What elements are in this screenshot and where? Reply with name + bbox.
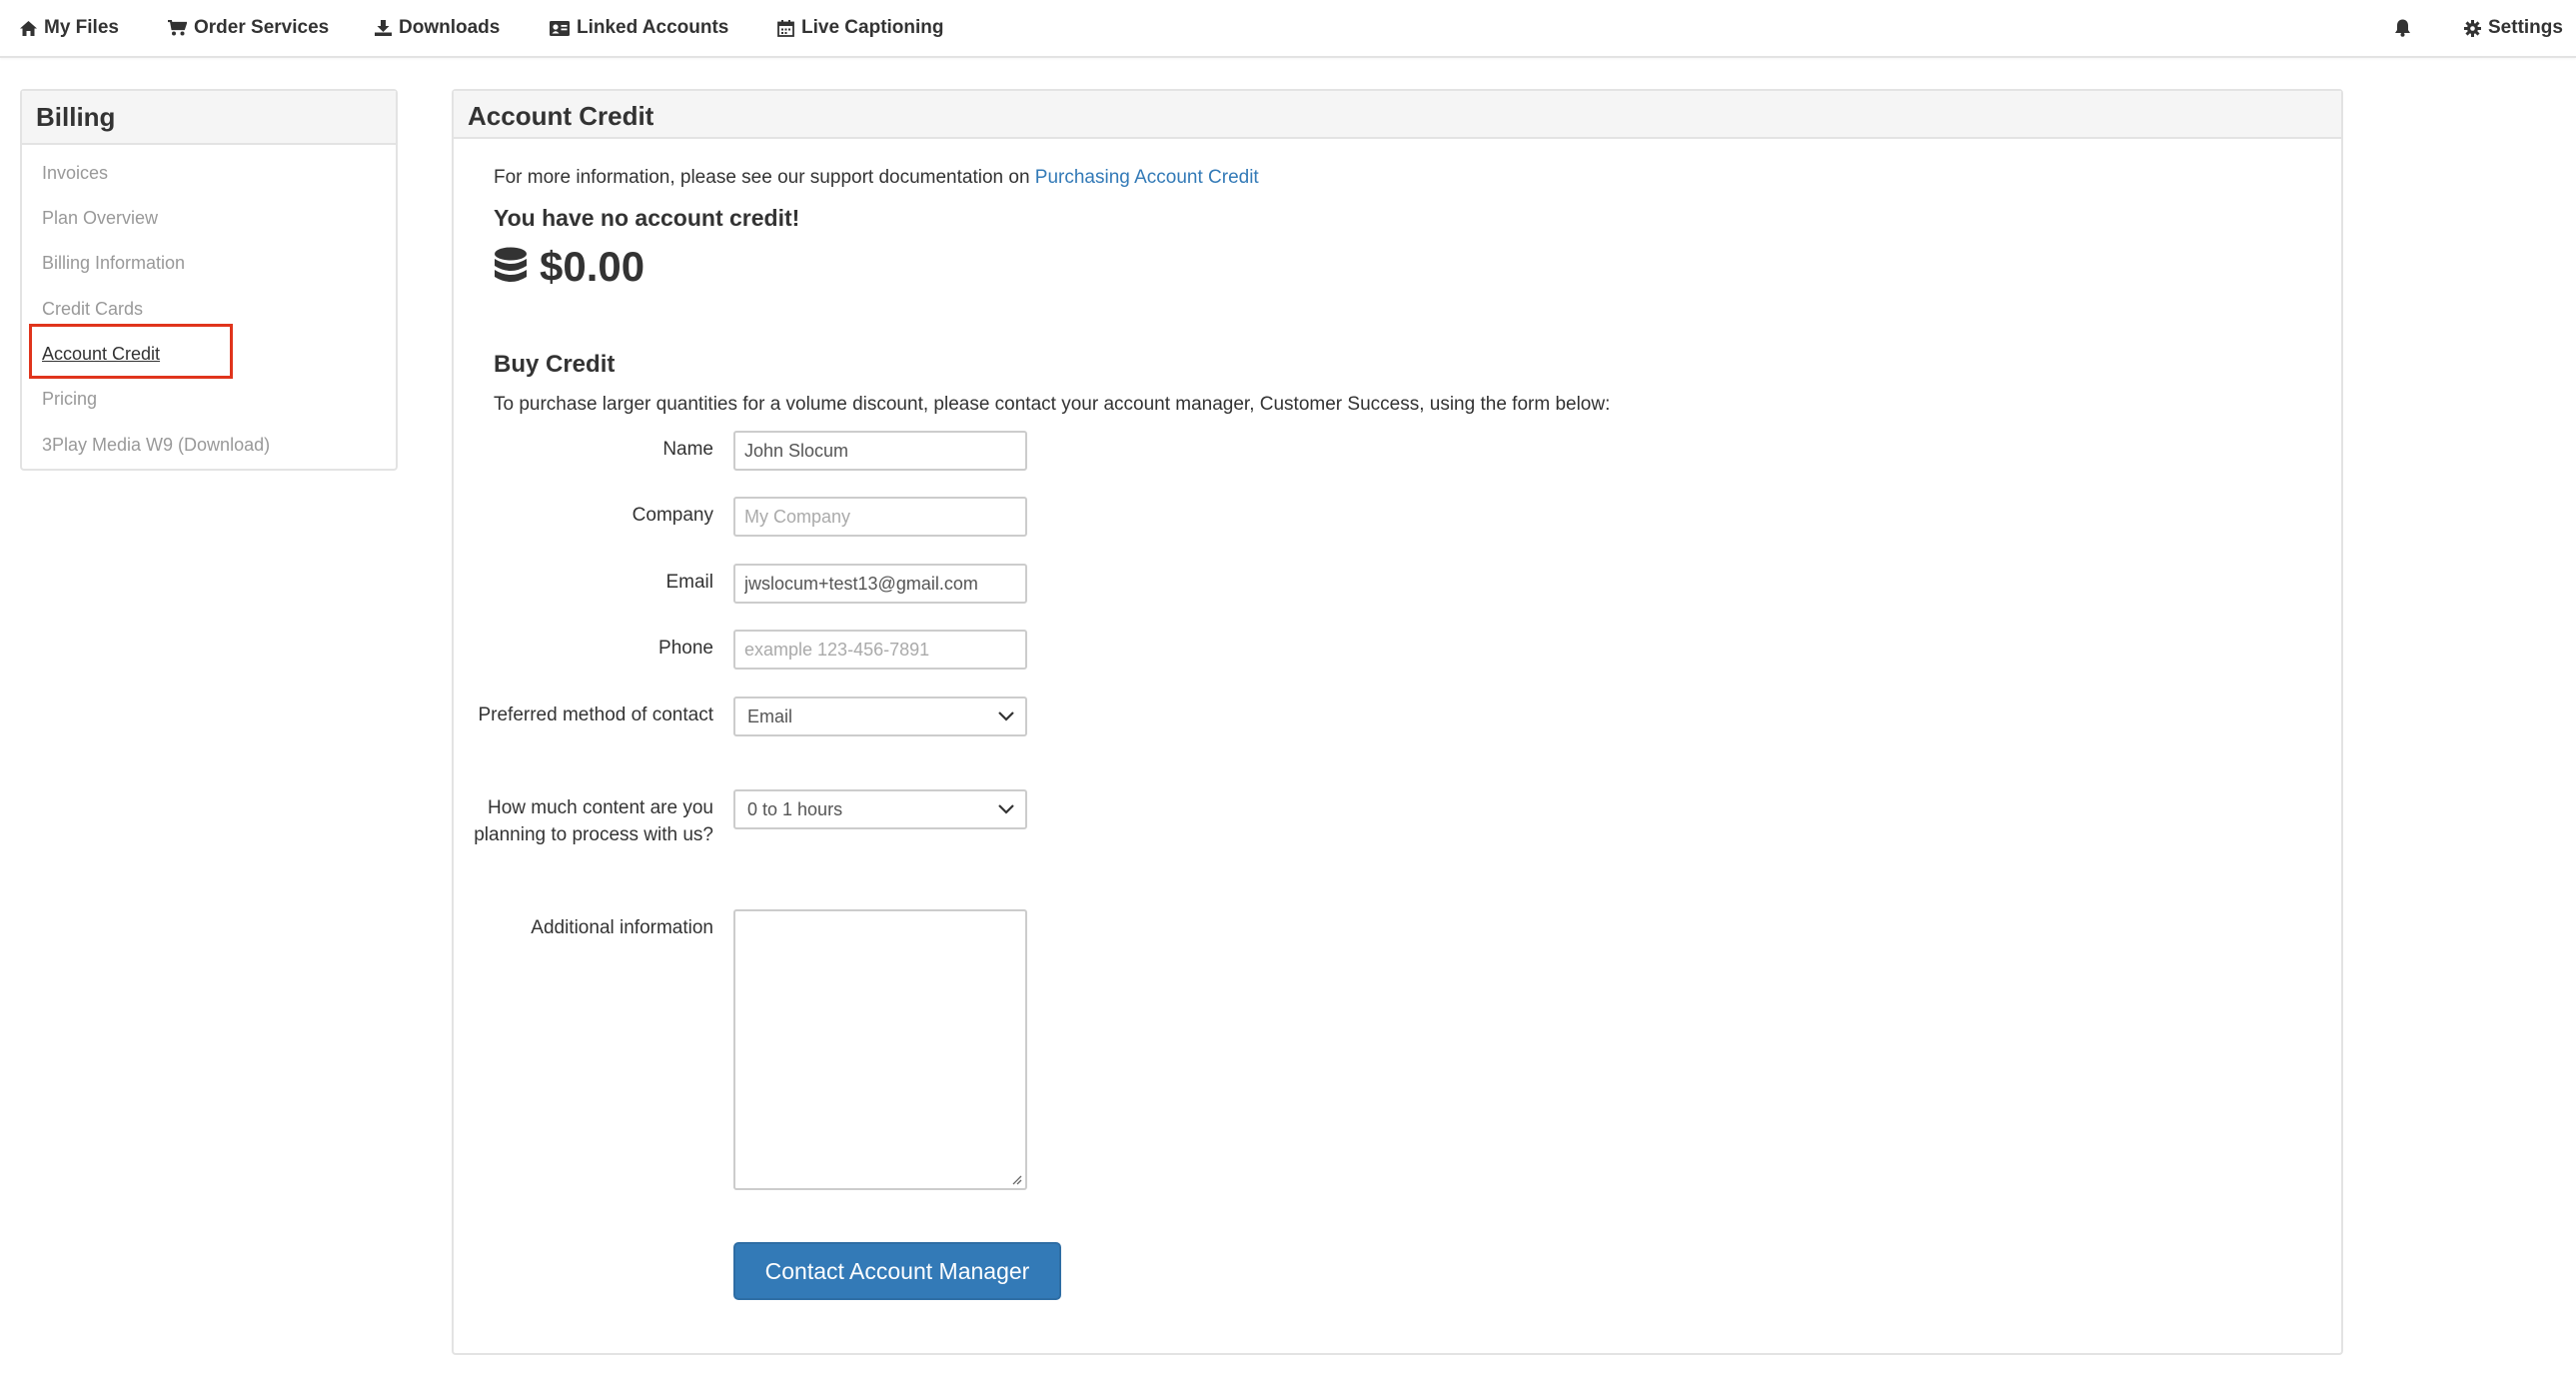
support-info-text: For more information, please see our sup… [494,167,1035,188]
nav-my-files[interactable]: My Files [20,0,119,56]
sidebar-item-invoices[interactable]: Invoices [42,163,108,184]
contact-method-select[interactable]: Email [733,697,1027,736]
nav-settings[interactable]: Settings [2464,0,2563,56]
sidebar-title: Billing [22,91,396,145]
home-icon [20,20,37,36]
resize-grip-icon[interactable] [1010,1173,1022,1185]
sidebar-item-credit-cards[interactable]: Credit Cards [42,299,143,320]
account-credit-panel: Account Credit For more information, ple… [452,89,2343,1355]
purchasing-credit-link[interactable]: Purchasing Account Credit [1035,167,1259,188]
sidebar-item-plan-overview[interactable]: Plan Overview [42,208,158,229]
nav-settings-label: Settings [2488,17,2563,38]
nav-order-services[interactable]: Order Services [168,0,329,56]
sidebar-item-w9-download[interactable]: 3Play Media W9 (Download) [42,435,270,456]
buy-credit-title: Buy Credit [494,351,616,378]
name-input[interactable] [733,431,1027,471]
nav-downloads[interactable]: Downloads [375,0,500,56]
email-label: Email [665,572,713,593]
phone-input[interactable] [733,630,1027,670]
page-title: Account Credit [454,91,2341,139]
content-amount-label: How much content are you planning to pro… [474,797,713,845]
cart-icon [168,20,187,36]
billing-sidebar: Billing Invoices Plan Overview Billing I… [20,89,398,471]
nav-live-captioning-label: Live Captioning [801,17,944,38]
contact-method-value: Email [747,705,793,726]
nav-live-captioning[interactable]: Live Captioning [777,0,944,56]
sidebar-item-billing-information[interactable]: Billing Information [42,253,185,274]
contact-method-label: Preferred method of contact [478,704,713,725]
content-amount-select[interactable]: 0 to 1 hours [733,789,1027,829]
company-input[interactable] [733,497,1027,537]
email-input[interactable] [733,564,1027,604]
support-info: For more information, please see our sup… [494,167,1259,189]
name-label: Name [662,439,713,460]
download-icon [375,20,392,36]
bell-icon [2395,19,2410,37]
chevron-down-icon [998,711,1014,721]
gear-icon [2464,19,2481,37]
chevron-down-icon [998,804,1014,814]
no-credit-message: You have no account credit! [494,205,800,231]
credit-balance: $0.00 [494,243,644,291]
additional-info-label: Additional information [531,917,713,938]
top-navbar: My Files Order Services Downloads Linked… [0,0,2576,58]
phone-label: Phone [658,638,713,659]
content-amount-value: 0 to 1 hours [747,798,843,819]
credit-balance-amount: $0.00 [540,243,645,290]
buy-credit-description: To purchase larger quantities for a volu… [494,394,1611,415]
sidebar-item-pricing[interactable]: Pricing [42,389,97,410]
additional-info-textarea[interactable] [733,909,1027,1190]
nav-my-files-label: My Files [44,17,119,38]
company-label: Company [632,505,713,526]
nav-downloads-label: Downloads [399,17,501,38]
sidebar-item-account-credit[interactable]: Account Credit [42,344,160,365]
calendar-icon [777,19,794,37]
id-card-icon [550,20,570,36]
nav-linked-accounts[interactable]: Linked Accounts [550,0,728,56]
contact-account-manager-button[interactable]: Contact Account Manager [733,1242,1061,1300]
nav-order-services-label: Order Services [194,17,330,38]
coins-icon [495,247,527,282]
notifications-button[interactable] [2394,0,2418,56]
nav-linked-accounts-label: Linked Accounts [577,17,729,38]
